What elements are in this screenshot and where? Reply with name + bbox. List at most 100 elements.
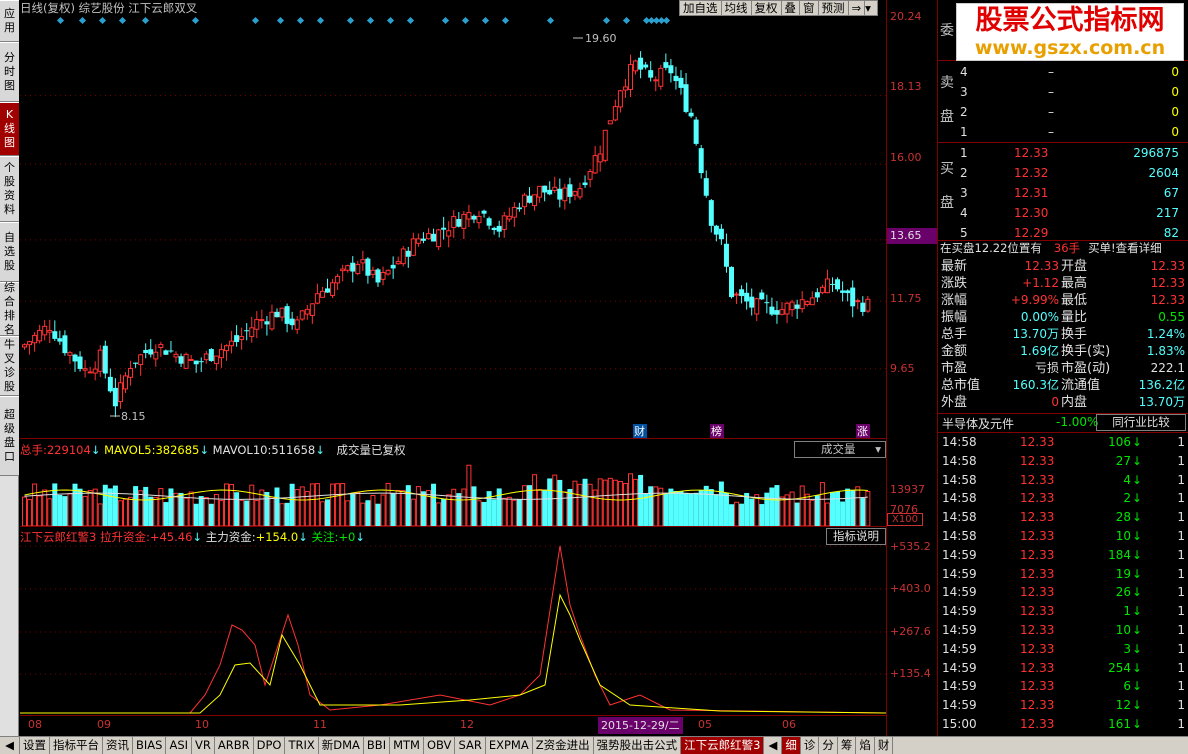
industry-compare-button[interactable]: 同行业比较	[1096, 414, 1186, 431]
signal-diamond	[98, 16, 107, 25]
tick-volume: 28	[1115, 510, 1131, 525]
toolbar-button-2[interactable]: 复权	[750, 0, 782, 16]
volume-chart[interactable]	[20, 458, 886, 526]
sell-row[interactable]: 3 – 0	[938, 82, 1188, 102]
bottom-tab-1[interactable]: 指标平台	[50, 737, 103, 754]
bottom-tab-0[interactable]: 设置	[20, 737, 50, 754]
tick-volume: 12	[1115, 698, 1131, 713]
candle	[163, 349, 169, 355]
bottom-tab-8[interactable]: TRIX	[285, 737, 319, 754]
candle	[532, 194, 538, 211]
buy-row[interactable]: 3 12.31 67	[938, 183, 1188, 203]
detail-link[interactable]: 买单!查看详细	[1088, 241, 1162, 255]
sell-row[interactable]: 1 – 0	[938, 122, 1188, 142]
toolbar-dropdown[interactable]: ▾	[864, 0, 879, 16]
right-tab-4[interactable]: 焰	[856, 737, 875, 754]
tick-row: 15:00 12.33 161 ↓ 1	[938, 715, 1188, 734]
volume-bar	[729, 504, 734, 526]
bottom-tab-9[interactable]: 新DMA	[319, 737, 364, 754]
indicator-chart[interactable]	[20, 545, 886, 715]
volume-bar	[294, 489, 300, 526]
lsz-line	[20, 545, 886, 714]
left-tab-1[interactable]: 分时图	[0, 42, 19, 102]
tick-row: 14:58 12.33 2 ↓ 1	[938, 489, 1188, 508]
event-marker[interactable]: 涨	[856, 424, 870, 438]
bottom-tab-4[interactable]: ASI	[166, 737, 193, 754]
volume-bar	[622, 483, 628, 526]
left-tab-5[interactable]: 综合排名	[0, 281, 19, 336]
bottom-tab-7[interactable]: DPO	[254, 737, 286, 754]
tick-volume: 254	[1108, 660, 1131, 675]
candle	[466, 204, 472, 227]
candle	[426, 228, 431, 240]
bottom-tab-10[interactable]: BBI	[364, 737, 391, 754]
buy-row[interactable]: 4 12.30 217	[938, 203, 1188, 223]
toolbar-button-3[interactable]: 叠	[780, 0, 800, 16]
buy-row[interactable]: 2 12.32 2604	[938, 163, 1188, 183]
candlestick-chart[interactable]: 19.60 8.15 财 榜 涨	[20, 16, 886, 438]
indicator-explain-button[interactable]: 指标说明	[826, 528, 886, 545]
toolbar-button-1[interactable]: 均线	[720, 0, 752, 16]
event-marker[interactable]: 财	[633, 424, 647, 438]
sell-row[interactable]: 2 – 0	[938, 102, 1188, 122]
buy-row[interactable]: 1 12.33 296875	[938, 143, 1188, 163]
right-tab-1[interactable]: 诊	[801, 737, 820, 754]
indicator-dropdown[interactable]: 成交量 ▾	[794, 441, 886, 458]
bottom-tab-15[interactable]: Z资金进出	[533, 737, 594, 754]
right-scroll-left[interactable]: ◀	[764, 737, 783, 754]
right-tab-3[interactable]: 筹	[838, 737, 857, 754]
right-tab-0[interactable]: 细	[782, 737, 801, 754]
left-tab-0[interactable]: 应用	[0, 0, 19, 42]
bottom-tab-14[interactable]: EXPMA	[486, 737, 533, 754]
tick-volume: 161	[1108, 717, 1131, 731]
bottom-tab-3[interactable]: BIAS	[133, 737, 167, 754]
main-chart-area[interactable]: 日线(复权) 综艺股份 江下云郎双叉 19.60 8.15 财 榜 涨 总手:22910…	[20, 0, 886, 736]
left-tab-7[interactable]: 超级盘口	[0, 396, 19, 476]
candle	[47, 319, 53, 344]
volume-bar	[648, 486, 654, 526]
quote-value: 13.70万	[1012, 327, 1059, 341]
candle	[304, 304, 310, 320]
sector-pct: -1.00%	[1056, 415, 1099, 429]
bottom-tab-12[interactable]: OBV	[424, 737, 456, 754]
toolbar-button-4[interactable]: 窗	[799, 0, 819, 16]
volume-bar	[375, 503, 381, 526]
right-tab-5[interactable]: 财	[875, 737, 894, 754]
bottom-tab-5[interactable]: VR	[192, 737, 215, 754]
bottom-tab-6[interactable]: ARBR	[215, 737, 254, 754]
bottom-tab-17[interactable]: 江下云郎红警3	[681, 737, 765, 754]
volume-bar	[370, 494, 376, 526]
volume-bar	[668, 488, 674, 526]
volume-bar	[547, 478, 553, 526]
left-tab-6[interactable]: 牛叉诊股	[0, 336, 19, 396]
sell-row[interactable]: 4 – 0	[938, 62, 1188, 82]
event-marker[interactable]: 榜	[710, 424, 724, 438]
tick-arrow-icon: ↓	[1132, 547, 1143, 562]
tick-row: 14:59 12.33 19 ↓ 1	[938, 565, 1188, 584]
bottom-tab-16[interactable]: 强势股出击公式	[594, 737, 682, 754]
bottom-tab-2[interactable]: 资讯	[103, 737, 133, 754]
left-tab-3[interactable]: 个股资料	[0, 156, 19, 222]
bottom-scroll-left[interactable]: ◀	[0, 737, 20, 754]
candle	[62, 330, 68, 356]
candle	[77, 351, 83, 372]
toolbar-button-0[interactable]: 加自选	[679, 0, 722, 16]
toolbar-button-5[interactable]: 预测	[817, 0, 849, 16]
left-tab-2[interactable]: K线图	[0, 102, 19, 156]
volume-bar	[860, 498, 866, 526]
volume-bar	[133, 486, 139, 526]
bottom-tab-11[interactable]: MTM	[390, 737, 424, 754]
candle	[279, 307, 285, 322]
left-tab-4[interactable]: 自选股	[0, 222, 19, 282]
quote-value: 0.55	[1158, 310, 1185, 324]
toolbar-button-6[interactable]: ⇒	[847, 0, 866, 16]
orderbook-title: 委	[940, 23, 954, 39]
tick-time: 14:59	[942, 698, 977, 713]
volume: 67	[1163, 186, 1179, 200]
time-tick: 06	[782, 718, 796, 731]
candle	[112, 378, 118, 418]
candle	[289, 311, 295, 330]
bottom-tab-13[interactable]: SAR	[455, 737, 486, 754]
right-tab-2[interactable]: 分	[819, 737, 838, 754]
volume-bar	[673, 491, 679, 526]
